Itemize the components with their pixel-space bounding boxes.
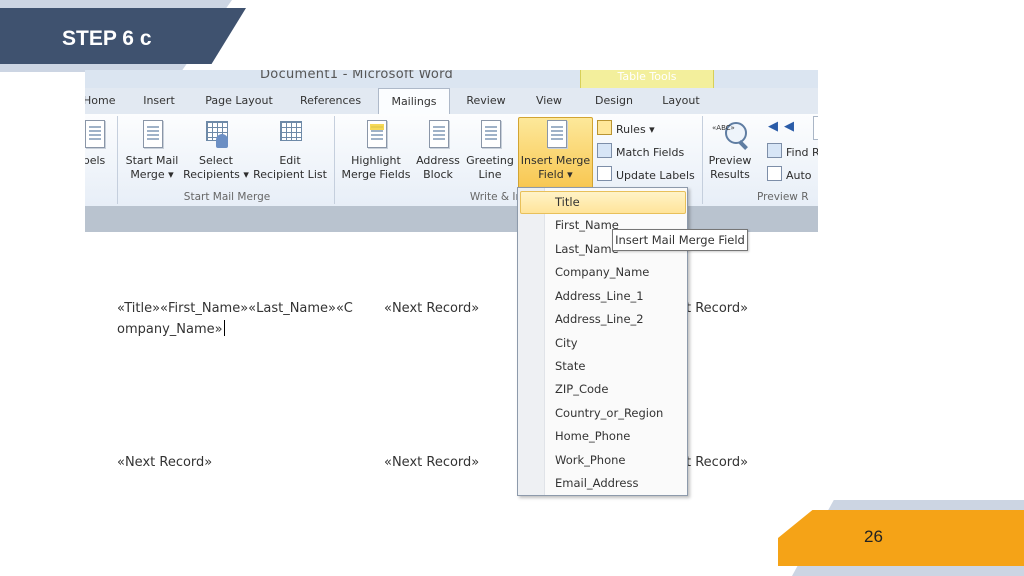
greeting-line-label-1: Greeting [466,154,514,167]
page-number: 26 [864,527,883,546]
edit-recipient-list-label-2: Recipient List [253,168,327,181]
select-recipients-label-1: Select [199,154,233,167]
tab-mailings[interactable]: Mailings [378,88,450,115]
find-recipient-label: Find R [786,146,818,159]
select-recipients-button[interactable]: Select Recipients ▾ [183,118,249,182]
menu-item-state[interactable]: State [555,359,585,373]
labels-button[interactable]: bels [85,118,109,168]
group-separator [702,116,703,204]
auto-check-icon [767,166,782,181]
menu-item-highlight [520,191,686,214]
tab-design[interactable]: Design [589,91,639,111]
tab-references[interactable]: References [298,91,363,111]
update-labels-label: Update Labels [616,169,695,182]
labels-label: bels [85,154,106,167]
select-recipients-icon [203,118,229,150]
greeting-line-button[interactable]: Greeting Line [465,118,515,182]
match-fields-button[interactable]: Match Fields [597,143,684,161]
group-separator [117,116,118,204]
insert-merge-field-label-1: Insert Merge [520,154,591,167]
menu-item-company-name[interactable]: Company_Name [555,265,649,279]
address-block-icon [425,118,451,150]
ribbon-tab-bar [85,88,818,114]
doc-next-record-partial: t Record» [686,301,749,316]
auto-check-label: Auto [786,169,812,182]
menu-item-zip-code[interactable]: ZIP_Code [555,382,608,396]
tab-layout[interactable]: Layout [657,91,705,111]
text-cursor [223,320,225,336]
insert-merge-field-button[interactable]: Insert Merge Field ▾ [518,118,593,182]
select-recipients-label-2: Recipients ▾ [183,168,249,181]
menu-item-email-address[interactable]: Email_Address [555,476,638,490]
greeting-line-icon [477,118,503,150]
start-mail-merge-label-2: Merge ▾ [130,168,174,181]
address-block-label-2: Block [423,168,453,181]
group-separator [334,116,335,204]
greeting-line-label-2: Line [478,168,502,181]
rules-label: Rules ▾ [616,123,655,136]
preview-icon-text: «ABC» [712,124,735,132]
doc-next-record: «Next Record» [384,301,480,316]
window-title: Document1 - Microsoft Word [260,70,454,82]
doc-merge-line-2-text: ompany_Name» [117,322,223,337]
doc-next-record: «Next Record» [117,455,213,470]
doc-merge-line-1: «Title»«First_Name»«Last_Name»«C [117,301,353,316]
insert-merge-field-label-2: Field ▾ [538,168,573,181]
preview-results-button[interactable]: Preview Results [705,154,755,182]
edit-recipient-list-icon [277,118,303,150]
edit-recipient-list-button[interactable]: Edit Recipient List [253,118,327,182]
group-label-preview: Preview R [757,191,809,203]
update-labels-button[interactable]: Update Labels [597,166,695,184]
update-labels-icon [597,166,612,181]
highlight-merge-fields-icon [363,118,389,150]
record-number-box[interactable] [813,116,818,140]
doc-merge-line-2[interactable]: ompany_Name» [117,320,225,337]
context-tab-label: Table Tools [617,70,677,83]
insert-merge-field-tooltip: Insert Mail Merge Field [612,229,748,251]
preview-results-label-1: Preview [708,154,752,167]
preview-results-label-2: Results [710,168,750,181]
tab-home[interactable]: Home [85,91,115,111]
highlight-merge-fields-label-2: Merge Fields [341,168,411,181]
match-fields-label: Match Fields [616,146,685,159]
tab-review[interactable]: Review [462,91,510,111]
menu-item-home-phone[interactable]: Home_Phone [555,429,630,443]
menu-item-address-line-1[interactable]: Address_Line_1 [555,289,644,303]
menu-item-country-or-region[interactable]: Country_or_Region [555,406,663,420]
address-block-button[interactable]: Address Block [415,118,461,182]
edit-recipient-list-label-1: Edit [279,154,301,167]
page-banner [778,510,1024,566]
tab-insert[interactable]: Insert [139,91,179,111]
highlight-merge-fields-label-1: Highlight [351,154,401,167]
highlight-merge-fields-button[interactable]: Highlight Merge Fields [339,118,413,182]
address-block-label-1: Address [416,154,460,167]
match-fields-icon [597,143,612,158]
menu-item-work-phone[interactable]: Work_Phone [555,453,626,467]
step-label: STEP 6 c [62,27,152,50]
find-recipient-button[interactable]: Find R [767,143,818,161]
auto-check-button[interactable]: Auto [767,166,812,184]
start-mail-merge-button[interactable]: Start Mail Merge ▾ [121,118,183,182]
tab-page-layout[interactable]: Page Layout [202,91,276,111]
rules-button[interactable]: Rules ▾ [597,120,655,138]
tab-view[interactable]: View [531,91,567,111]
menu-icon-strip [518,188,545,495]
menu-item-title[interactable]: Title [555,195,580,209]
menu-item-city[interactable]: City [555,336,578,350]
menu-item-address-line-2[interactable]: Address_Line_2 [555,312,644,326]
labels-icon [85,118,107,150]
doc-next-record-partial: t Record» [686,455,749,470]
group-label-start-mail-merge: Start Mail Merge [183,191,271,203]
start-mail-merge-label-1: Start Mail [125,154,179,167]
insert-merge-field-icon [543,118,569,150]
rules-icon [597,120,612,135]
word-screenshot: Document1 - Microsoft Word Table Tools H… [85,70,818,232]
menu-item-first-name[interactable]: First_Name [555,218,619,232]
menu-item-last-name[interactable]: Last_Name [555,242,619,256]
find-recipient-icon [767,143,782,158]
start-mail-merge-icon [139,118,165,150]
record-navigation-icon[interactable]: ◀◀ [768,119,800,134]
doc-next-record: «Next Record» [384,455,480,470]
